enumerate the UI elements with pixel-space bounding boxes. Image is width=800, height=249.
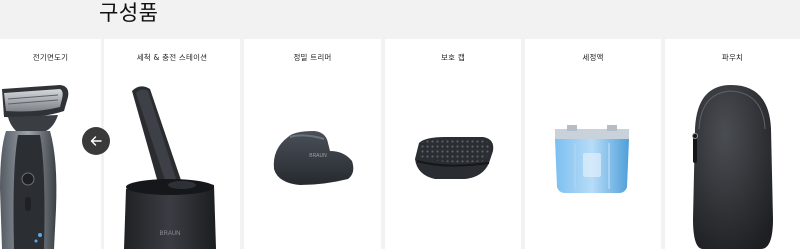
product-card-station[interactable]: 세척 & 충전 스테이션 BRAUN — [104, 39, 240, 249]
brand-logo: BRAUN — [309, 153, 327, 159]
carousel-prev-button[interactable] — [82, 127, 110, 155]
cleaning-station-icon: BRAUN — [124, 86, 216, 249]
brand-logo: BRAUN — [159, 231, 180, 237]
cleaning-cartridge-icon — [555, 125, 629, 193]
precision-trimmer-icon: BRAUN — [273, 131, 354, 185]
arrow-left-icon — [90, 136, 102, 146]
protective-cap-icon — [415, 137, 494, 179]
product-card-cap[interactable]: 보호 캡 — [385, 39, 521, 249]
accessories-carousel: 전기면도기 세척 & 충전 스테이션 BRAUN 정밀 트리머 BRAUN 보호… — [0, 39, 800, 249]
product-card-trimmer[interactable]: 정밀 트리머 BRAUN — [244, 39, 381, 249]
product-card-pouch[interactable]: 파우치 — [665, 39, 800, 249]
pouch-icon — [692, 85, 773, 249]
product-card-cartridge[interactable]: 세정액 — [525, 39, 661, 249]
section-title: 구성품 — [99, 1, 159, 25]
